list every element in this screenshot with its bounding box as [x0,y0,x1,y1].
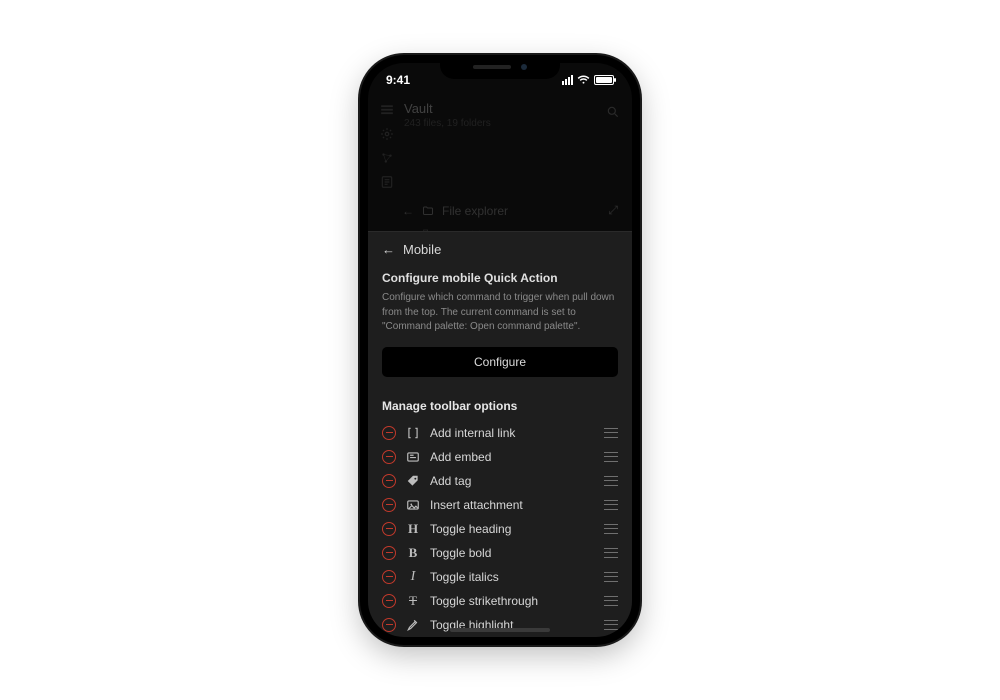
section-title: Configure mobile Quick Action [382,271,618,285]
toolbar-option-row: B Toggle bold [382,541,618,565]
screen: 9:41 [368,63,632,637]
bold-icon: B [406,546,420,560]
toolbar-option-row: Add internal link [382,421,618,445]
toolbar-option-row: T Toggle strikethrough [382,589,618,613]
brackets-icon [406,426,420,440]
remove-option-button[interactable] [382,594,396,608]
option-label: Toggle strikethrough [430,594,594,608]
expand-icon: ⤢ [608,203,618,218]
drag-handle-icon[interactable] [604,572,618,582]
back-arrow-icon: ← [382,242,395,257]
battery-icon [594,75,614,85]
vault-subtitle: 243 files, 19 folders [404,118,596,129]
back-arrow-icon: ← [402,204,414,218]
italic-icon: I [406,570,420,584]
status-time: 9:41 [386,73,410,87]
embed-icon [406,450,420,464]
file-explorer-label: File explorer [442,204,508,218]
remove-option-button[interactable] [382,618,396,632]
breadcrumb: Mobile [403,242,441,257]
tag-icon [406,474,420,488]
strike-icon: T [406,594,420,608]
option-label: Toggle italics [430,570,594,584]
drag-handle-icon[interactable] [604,548,618,558]
home-indicator[interactable] [450,628,550,632]
remove-option-button[interactable] [382,450,396,464]
toolbar-option-row: Toggle highlight [382,613,618,637]
option-label: Toggle bold [430,546,594,560]
settings-icon [380,127,394,141]
folder-icon [422,205,434,217]
sidebar-icon [380,103,394,117]
settings-back[interactable]: ← Mobile [368,232,632,265]
toolbar-options-list: Add internal link Add embed Add tag Insert … [382,421,618,637]
toolbar-option-row: H Toggle heading [382,517,618,541]
configure-button-label: Configure [474,355,526,369]
wifi-icon [577,75,590,85]
drag-handle-icon[interactable] [604,500,618,510]
drag-handle-icon[interactable] [604,596,618,606]
toolbar-options-heading: Manage toolbar options [382,399,618,413]
image-icon [406,498,420,512]
toolbar-option-row: Add tag [382,469,618,493]
graph-icon [380,151,394,165]
notch [440,55,560,79]
remove-option-button[interactable] [382,426,396,440]
configure-button[interactable]: Configure [382,347,618,377]
notes-icon [380,175,394,189]
heading-icon: H [406,522,420,536]
remove-option-button[interactable] [382,474,396,488]
drag-handle-icon[interactable] [604,524,618,534]
search-icon [606,105,620,119]
remove-option-button[interactable] [382,522,396,536]
drag-handle-icon[interactable] [604,476,618,486]
remove-option-button[interactable] [382,498,396,512]
settings-sheet: ← Mobile Configure mobile Quick Action C… [368,231,632,637]
option-label: Insert attachment [430,498,594,512]
toolbar-option-row: Add embed [382,445,618,469]
vault-title: Vault [404,101,596,116]
toolbar-option-row: Insert attachment [382,493,618,517]
toolbar-option-row: I Toggle italics [382,565,618,589]
drag-handle-icon[interactable] [604,428,618,438]
section-description: Configure which command to trigger when … [382,291,618,335]
phone-frame: 9:41 [360,55,640,645]
remove-option-button[interactable] [382,570,396,584]
option-label: Add embed [430,450,594,464]
option-label: Toggle heading [430,522,594,536]
cellular-icon [562,75,573,85]
highlight-icon [406,618,420,632]
option-label: Add internal link [430,426,594,440]
drag-handle-icon[interactable] [604,620,618,630]
remove-option-button[interactable] [382,546,396,560]
option-label: Add tag [430,474,594,488]
drag-handle-icon[interactable] [604,452,618,462]
